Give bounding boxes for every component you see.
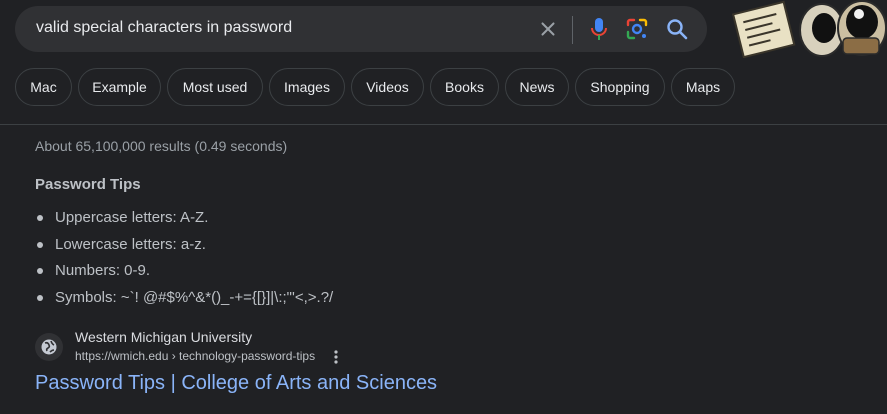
chip-maps[interactable]: Maps: [671, 68, 735, 106]
chip-shopping[interactable]: Shopping: [575, 68, 665, 106]
bullet-icon: [37, 241, 43, 248]
chip-most-used[interactable]: Most used: [167, 68, 263, 106]
featured-snippet-title: Password Tips: [35, 176, 141, 193]
list-item-text: Lowercase letters: a-z.: [55, 235, 206, 253]
chip-mac[interactable]: Mac: [15, 68, 72, 106]
bullet-icon: [37, 268, 43, 274]
chip-example[interactable]: Example: [78, 68, 161, 106]
chip-books[interactable]: Books: [430, 68, 499, 106]
list-item: Numbers: 0-9.: [35, 261, 333, 288]
bullet-icon: [37, 294, 43, 301]
result-url[interactable]: https://wmich.edu › technology-password-…: [75, 349, 315, 363]
close-icon[interactable]: [537, 18, 559, 40]
search-input[interactable]: valid special characters in password: [36, 19, 292, 37]
chip-images[interactable]: Images: [269, 68, 345, 106]
list-item-text: Uppercase letters: A-Z.: [55, 209, 209, 226]
site-favicon[interactable]: [35, 333, 63, 361]
google-lens-icon[interactable]: [625, 17, 649, 41]
chip-news[interactable]: News: [505, 68, 569, 106]
header-divider: [0, 124, 887, 125]
results-stats: About 65,100,000 results (0.49 seconds): [35, 138, 288, 154]
result-title-link[interactable]: Password Tips | College of Arts and Scie…: [35, 372, 437, 395]
list-item: Uppercase letters: A-Z.: [35, 208, 333, 235]
list-item: Lowercase letters: a-z.: [35, 235, 333, 262]
search-bar[interactable]: valid special characters in password: [15, 6, 707, 52]
more-options-icon[interactable]: [331, 348, 341, 366]
result-site-name[interactable]: Western Michigan University: [75, 329, 252, 345]
mic-icon[interactable]: [587, 16, 611, 42]
search-divider: [572, 16, 573, 44]
bullet-icon: [37, 215, 43, 221]
list-item-text: Numbers: 0-9.: [55, 262, 151, 279]
list-item-text: Symbols: ~`! @#$%^&*()_-+={[}]|\:;"'<,>.…: [55, 288, 334, 306]
list-item: Symbols: ~`! @#$%^&*()_-+={[}]|\:;"'<,>.…: [35, 288, 333, 315]
globe-icon: [41, 339, 57, 355]
featured-snippet-list: Uppercase letters: A-Z. Lowercase letter…: [35, 208, 333, 314]
search-icon[interactable]: [665, 17, 689, 41]
doodle-image[interactable]: [730, 0, 887, 58]
chip-videos[interactable]: Videos: [351, 68, 424, 106]
